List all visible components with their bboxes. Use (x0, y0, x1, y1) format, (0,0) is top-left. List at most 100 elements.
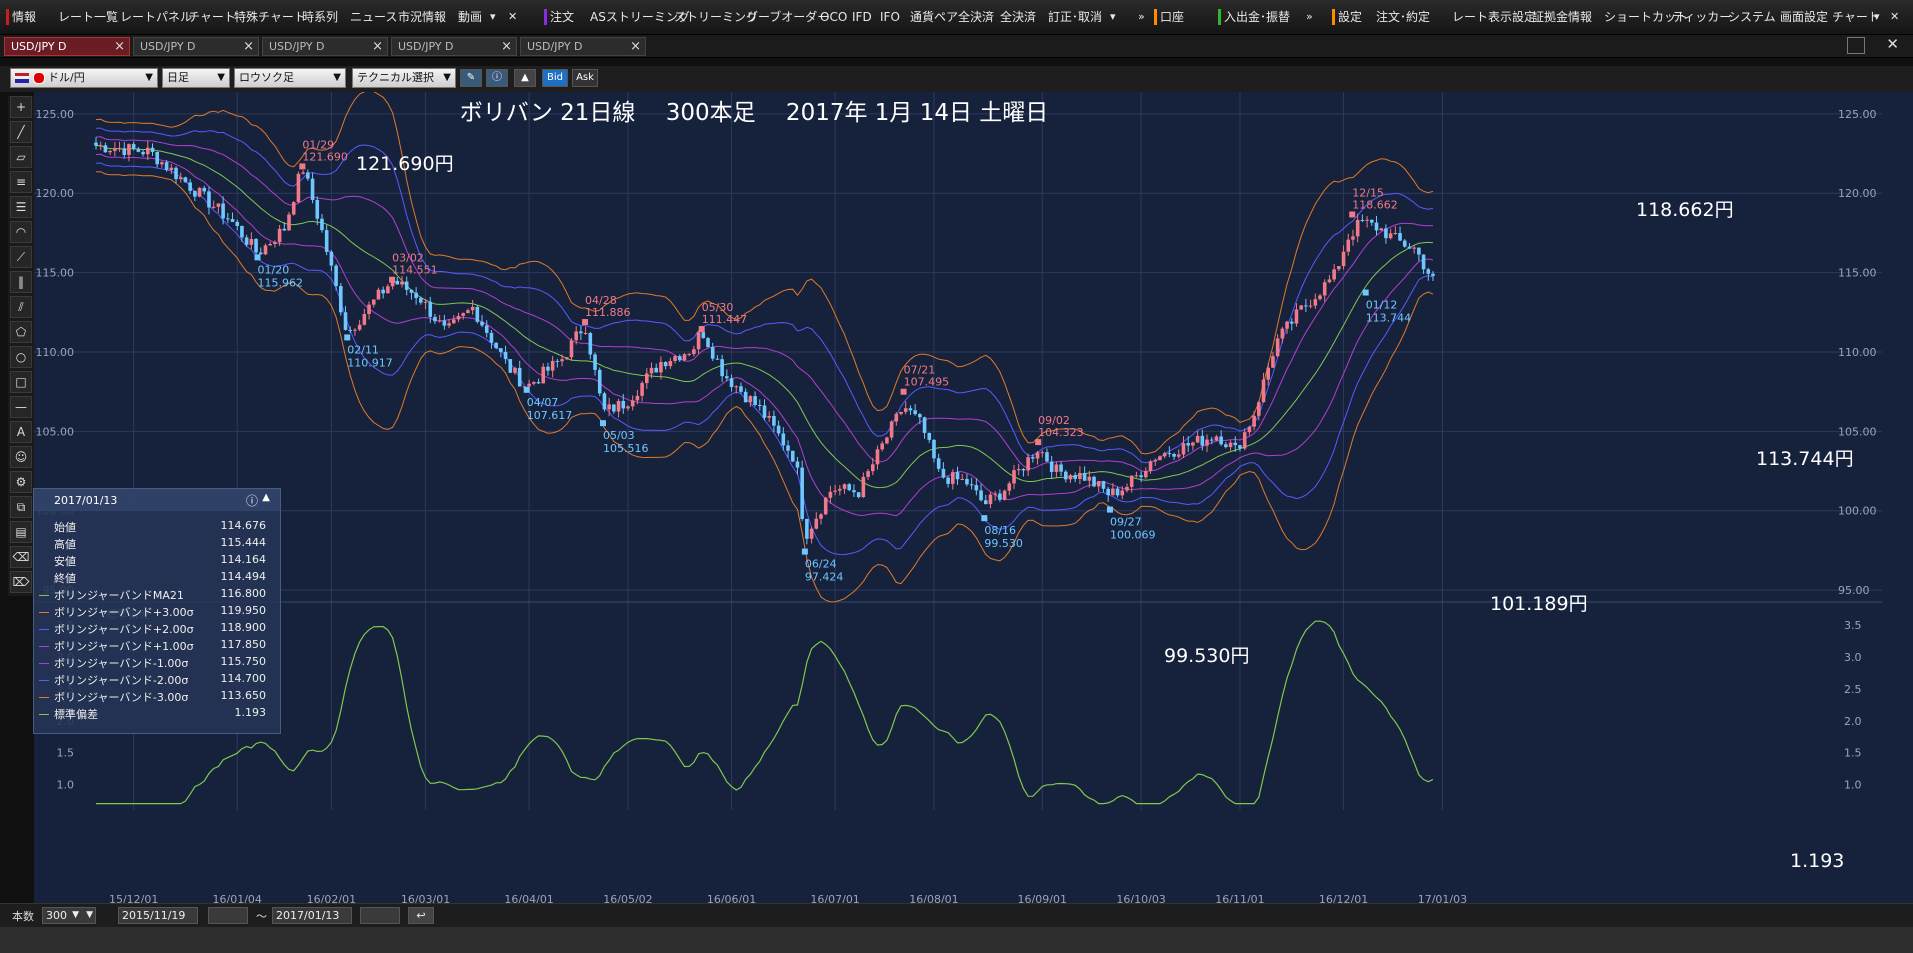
ask-button[interactable]: Ask (572, 69, 598, 87)
draw-pen-icon[interactable]: ✎ (460, 69, 482, 87)
data-window-value: 115.750 (220, 655, 267, 668)
candle-body (1266, 367, 1271, 380)
menu-item[interactable]: 特殊チャート (234, 0, 306, 34)
menu-item[interactable]: IFD (852, 0, 872, 34)
chart-area-icon[interactable]: ▲ (514, 69, 536, 87)
maximize-icon[interactable] (1847, 37, 1865, 54)
candle-body (875, 449, 880, 465)
close-tab-icon[interactable]: × (501, 38, 512, 55)
menu-expand-icon[interactable]: ▾ (1874, 0, 1880, 34)
candle-body (447, 323, 451, 326)
to-date-field[interactable]: 2017/01/13 (272, 907, 352, 924)
menu-item[interactable]: レートパネル (120, 0, 192, 34)
data-window-value: 116.800 (220, 587, 267, 600)
chart-tab[interactable]: USD/JPY D × (4, 37, 130, 56)
collapse-icon[interactable]: ▲ (262, 492, 270, 503)
menu-item[interactable]: システム (1728, 0, 1776, 34)
close-tab-icon[interactable]: × (243, 38, 254, 55)
eraser-icon[interactable]: ⌫ (10, 546, 32, 568)
settings-icon[interactable]: ⚙ (10, 471, 32, 493)
menu-item[interactable]: 入出金･振替 (1224, 0, 1290, 34)
icon-stamp-icon[interactable]: ☺ (10, 446, 32, 468)
refresh-button[interactable]: ↩ (408, 907, 434, 924)
copy-icon[interactable]: ⧉ (10, 496, 32, 518)
candle-body (781, 433, 786, 446)
menu-item[interactable]: 情報 (12, 0, 36, 34)
menu-expand-icon[interactable]: ▾ (1110, 0, 1116, 34)
menu-item[interactable]: 全決済 (1000, 0, 1036, 34)
menu-item[interactable]: レート表示設定 (1452, 0, 1536, 34)
horizontal-lines-icon[interactable]: ≡ (10, 171, 32, 193)
menu-item[interactable]: チャート (188, 0, 236, 34)
close-tab-icon[interactable]: × (114, 38, 125, 55)
bid-button[interactable]: Bid (542, 69, 568, 87)
low-date-label: 09/27 (1110, 516, 1142, 529)
candle-body (1285, 321, 1289, 329)
info-icon[interactable]: ⓘ (246, 492, 258, 509)
trendline-icon[interactable]: ╱ (10, 121, 32, 143)
close-icon[interactable]: ✕ (1886, 35, 1899, 53)
chart-tab[interactable]: USD/JPY D × (133, 37, 259, 56)
candle-body (800, 467, 804, 519)
chart-tab[interactable]: USD/JPY D × (520, 37, 646, 56)
circle-icon[interactable]: ○ (10, 346, 32, 368)
menu-item[interactable]: OCO (820, 0, 847, 34)
line-icon[interactable]: — (10, 396, 32, 418)
close-tab-icon[interactable]: × (630, 38, 641, 55)
menu-item[interactable]: 動画 (458, 0, 482, 34)
menu-item[interactable]: 設定 (1338, 0, 1362, 34)
chart-tab[interactable]: USD/JPY D × (262, 37, 388, 56)
low-value-label: 99.530 (984, 537, 1023, 550)
fan-lines-icon[interactable]: ⟋ (10, 246, 32, 268)
eraser-all-icon[interactable]: ⌦ (10, 571, 32, 593)
to-time-field[interactable] (360, 907, 400, 924)
from-time-field[interactable] (208, 907, 248, 924)
menu-item[interactable]: レート一覧 (58, 0, 118, 34)
chart-tab[interactable]: USD/JPY D × (391, 37, 517, 56)
menu-more-icon[interactable]: » (1138, 0, 1145, 34)
channel-icon[interactable]: ⫽ (10, 296, 32, 318)
menu-item[interactable]: チャート (1832, 0, 1880, 34)
menu-item[interactable]: 通貨ペア全決済 (910, 0, 994, 34)
menu-item[interactable]: 訂正･取消 (1048, 0, 1102, 34)
menu-item[interactable]: 時系列 (302, 0, 338, 34)
fibonacci-arc-icon[interactable]: ◠ (10, 221, 32, 243)
menu-item[interactable]: 注文･約定 (1376, 0, 1430, 34)
tab-label: USD/JPY D (269, 40, 325, 53)
menu-item[interactable]: 注文 (550, 0, 574, 34)
bar-count-select[interactable]: 300 ▼ ▼ (42, 907, 96, 924)
menu-item[interactable]: ティッカー (1672, 0, 1731, 34)
menu-item[interactable]: 証拠金情報 (1532, 0, 1592, 34)
menu-close-icon[interactable]: ✕ (1890, 0, 1899, 34)
menu-item[interactable]: リーブオーダー (746, 0, 829, 34)
chart-style-select[interactable]: ロウソク足 ▼ (234, 68, 346, 88)
sub-y-tick-right: 2.5 (1844, 683, 1862, 696)
menu-item[interactable]: IFO (880, 0, 900, 34)
vertical-lines-icon[interactable]: ‖ (10, 271, 32, 293)
menu-expand-icon[interactable]: ▾ (490, 0, 496, 34)
price-chart[interactable]: 01/29121.69003/02114.55104/28111.886 05/3… (34, 92, 1913, 912)
menu-close-icon[interactable]: ✕ (508, 0, 517, 34)
technical-select[interactable]: テクニカル選択 ▼ (352, 68, 456, 88)
text-icon[interactable]: A (10, 421, 32, 443)
ask-label: Ask (576, 72, 594, 83)
menu-item[interactable]: 画面設定 (1780, 0, 1828, 34)
from-date-field[interactable]: 2015/11/19 (118, 907, 198, 924)
crosshair-icon[interactable]: + (10, 96, 32, 118)
menu-item[interactable]: 市況情報 (398, 0, 446, 34)
menu-more-icon[interactable]: » (1306, 0, 1313, 34)
pentagon-icon[interactable]: ⬠ (10, 321, 32, 343)
candle-body (263, 245, 268, 255)
candle-body (1059, 464, 1063, 472)
info-icon[interactable]: ⓘ (486, 69, 508, 87)
candle-body (1101, 481, 1106, 489)
close-tab-icon[interactable]: × (372, 38, 383, 55)
menu-item[interactable]: 口座 (1160, 0, 1184, 34)
rectangle-icon[interactable]: □ (10, 371, 32, 393)
menu-item[interactable]: ニュース (350, 0, 397, 34)
layers-icon[interactable]: ▤ (10, 521, 32, 543)
period-select[interactable]: 日足 ▼ (162, 68, 230, 88)
currency-pair-select[interactable]: ドル/円 ▼ (10, 68, 158, 88)
ruler-icon[interactable]: ▱ (10, 146, 32, 168)
multi-lines-icon[interactable]: ☰ (10, 196, 32, 218)
